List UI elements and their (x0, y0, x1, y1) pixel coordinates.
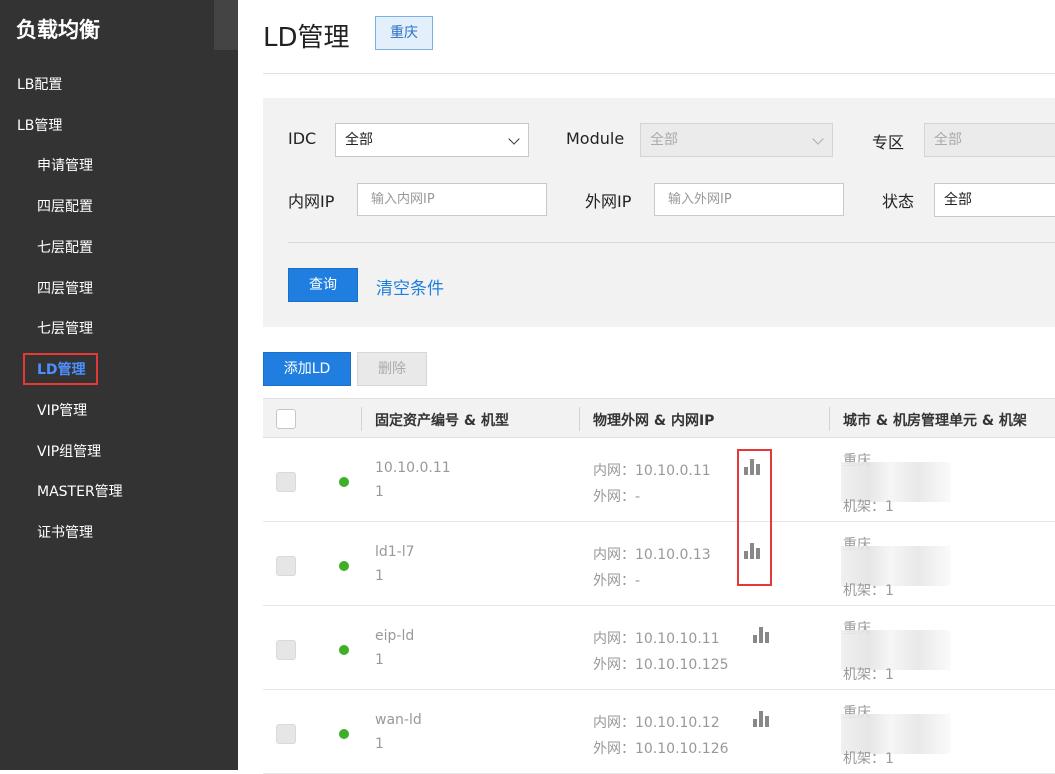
machine-model: 1 (375, 568, 384, 584)
outer-ip: 外网：10.10.10.125 (593, 657, 729, 673)
rack: 机架：1 (843, 583, 894, 599)
status-select-value: 全部 (944, 192, 972, 208)
status-label: 状态 (882, 192, 915, 211)
sidebar-item-vip-manage[interactable]: VIP管理 (37, 400, 87, 420)
module-select: 全部 (640, 123, 833, 157)
bar-chart-icon[interactable] (753, 627, 771, 643)
table-row: wan-ld 1 内网：10.10.10.12 外网：10.10.10.126 … (263, 690, 1055, 774)
chart-icons-highlight-box (737, 449, 772, 586)
rack: 机架：1 (843, 751, 894, 767)
row-checkbox (276, 640, 296, 660)
status-select[interactable]: 全部 (934, 183, 1055, 217)
idc-select[interactable]: 全部 (335, 123, 529, 157)
sidebar-item-l4-config[interactable]: 四层配置 (37, 196, 93, 216)
inner-ip: 内网：10.10.0.11 (593, 463, 711, 479)
sidebar-item-master-manage[interactable]: MASTER管理 (37, 481, 123, 501)
delete-button: 删除 (357, 352, 427, 386)
asset-number: 10.10.0.11 (375, 460, 451, 476)
row-checkbox (276, 556, 296, 576)
zone-select-value: 全部 (934, 132, 962, 148)
rack: 机架：1 (843, 667, 894, 683)
filter-divider (288, 242, 1055, 243)
outer-ip-label: 外网IP (585, 192, 632, 211)
idc-label: IDC (288, 129, 317, 148)
zone-select: 全部 (924, 123, 1055, 157)
status-online-dot (339, 477, 349, 487)
column-location[interactable]: 城市 & 机房管理单元 & 机架 (843, 410, 1027, 430)
sidebar-item-l7-config[interactable]: 七层配置 (37, 237, 93, 257)
asset-number: eip-ld (375, 628, 415, 644)
chevron-down-icon (812, 133, 824, 145)
outer-ip: 外网：- (593, 489, 641, 505)
table-row: 10.10.0.11 1 内网：10.10.0.11 外网：- 重庆 机架：1 (263, 438, 1055, 522)
table-row: eip-ld 1 内网：10.10.10.11 外网：10.10.10.125 … (263, 606, 1055, 690)
row-checkbox (276, 724, 296, 744)
status-online-dot (339, 561, 349, 571)
sidebar-item-l4-manage[interactable]: 四层管理 (37, 278, 93, 298)
sidebar-item-l7-manage[interactable]: 七层管理 (37, 318, 93, 338)
sidebar: 负载均衡 LB配置 LB管理 申请管理 四层配置 七层配置 四层管理 七层管理 … (0, 0, 238, 770)
bar-chart-icon[interactable] (753, 711, 771, 727)
city-tag[interactable]: 重庆 (375, 16, 433, 50)
inner-ip-input[interactable]: 输入内网IP (357, 183, 547, 216)
inner-ip: 内网：10.10.10.11 (593, 631, 720, 647)
machine-model: 1 (375, 484, 384, 500)
status-online-dot (339, 729, 349, 739)
filter-panel: IDC 全部 Module 全部 专区 全部 内网IP 输入内网IP 外网IP … (263, 98, 1055, 327)
rack: 机架：1 (843, 499, 894, 515)
outer-ip: 外网：- (593, 573, 641, 589)
sidebar-item-apply-manage[interactable]: 申请管理 (37, 155, 93, 175)
sidebar-collapse-button[interactable] (214, 0, 238, 50)
title-divider (263, 73, 1055, 74)
chevron-down-icon (508, 133, 520, 145)
clear-conditions-link[interactable]: 清空条件 (376, 274, 444, 299)
outer-ip-input[interactable]: 输入外网IP (654, 183, 844, 216)
row-checkbox (276, 472, 296, 492)
status-online-dot (339, 645, 349, 655)
asset-number: ld1-l7 (375, 544, 415, 560)
column-separator (829, 407, 830, 431)
machine-model: 1 (375, 652, 384, 668)
outer-ip: 外网：10.10.10.126 (593, 741, 729, 757)
select-all-checkbox[interactable] (276, 409, 296, 429)
column-asset-model[interactable]: 固定资产编号 & 机型 (375, 410, 509, 430)
module-label: Module (566, 129, 625, 148)
sidebar-item-lb-config[interactable]: LB配置 (17, 74, 62, 94)
page-title: LD管理 (263, 23, 350, 53)
query-button[interactable]: 查询 (288, 268, 358, 302)
sidebar-item-lb-manage[interactable]: LB管理 (17, 115, 62, 135)
module-select-value: 全部 (650, 132, 678, 148)
sidebar-item-vip-group-manage[interactable]: VIP组管理 (37, 441, 101, 461)
inner-ip: 内网：10.10.0.13 (593, 547, 711, 563)
inner-ip: 内网：10.10.10.12 (593, 715, 720, 731)
brand-title: 负载均衡 (16, 18, 100, 42)
machine-model: 1 (375, 736, 384, 752)
zone-label: 专区 (872, 133, 905, 152)
table-row: ld1-l7 1 内网：10.10.0.13 外网：- 重庆 机架：1 (263, 522, 1055, 606)
asset-number: wan-ld (375, 712, 422, 728)
column-ip[interactable]: 物理外网 & 内网IP (593, 410, 714, 430)
ld-manage-highlight-box (23, 353, 98, 385)
inner-ip-label: 内网IP (288, 192, 335, 211)
column-separator (579, 407, 580, 431)
add-ld-button[interactable]: 添加LD (263, 352, 351, 386)
table-header: 固定资产编号 & 机型 物理外网 & 内网IP 城市 & 机房管理单元 & 机架 (263, 398, 1055, 438)
idc-select-value: 全部 (345, 132, 373, 148)
sidebar-item-cert-manage[interactable]: 证书管理 (37, 522, 93, 542)
column-separator (361, 407, 362, 431)
